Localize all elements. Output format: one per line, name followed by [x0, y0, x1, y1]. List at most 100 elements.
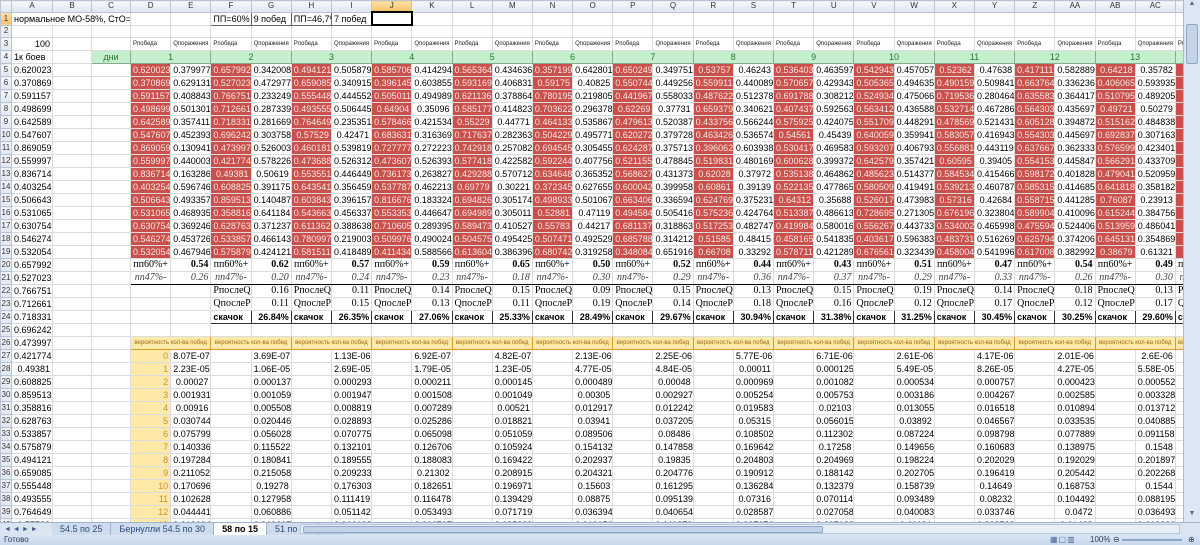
- win-count-probability[interactable]: 0.132379: [813, 479, 855, 494]
- pp47-value[interactable]: 0.26: [1054, 271, 1096, 286]
- pp47-label[interactable]: пп47%-: [451, 271, 493, 286]
- win-count-probability[interactable]: 0.091158: [1134, 427, 1176, 442]
- q-loss-value[interactable]: 0.424121: [250, 245, 292, 260]
- pp60-value[interactable]: 0.47: [973, 258, 1016, 273]
- q-loss-value[interactable]: 0.539819: [330, 141, 373, 156]
- q-after-p-value[interactable]: 0.16: [813, 297, 855, 312]
- win-count-probability[interactable]: 0.21302: [411, 466, 453, 481]
- empty-cell[interactable]: [612, 362, 654, 377]
- col-a-value[interactable]: 0.859513: [11, 388, 53, 403]
- win-count-probability[interactable]: 0.160683: [973, 440, 1016, 455]
- q-loss-value[interactable]: 0.452393: [170, 128, 212, 143]
- win-count-probability[interactable]: 0.1548: [1134, 440, 1176, 455]
- empty-cell[interactable]: [772, 492, 815, 507]
- empty-cell[interactable]: [52, 154, 92, 169]
- empty-cell[interactable]: [451, 401, 493, 416]
- empty-cell[interactable]: [52, 349, 92, 364]
- empty-cell[interactable]: [371, 466, 413, 481]
- day-number-header[interactable]: 10: [853, 50, 935, 65]
- p-win-value[interactable]: 0.429288: [451, 167, 493, 182]
- worksheet-table[interactable]: ABCDEFGHIJKLMNOPQRSTUVWXYZAAABACAD1норма…: [0, 0, 1183, 522]
- p-win-value[interactable]: 0.685788: [612, 232, 654, 247]
- q-loss-value[interactable]: 0.462213: [411, 180, 453, 195]
- empty-cell[interactable]: [52, 89, 92, 104]
- p-after-q-label[interactable]: PпослеQ: [612, 284, 654, 299]
- pp47-label[interactable]: пп47%-: [129, 271, 172, 286]
- p-win-value[interactable]: 0.473607: [371, 154, 413, 169]
- p-after-q-label[interactable]: PпослеQ: [210, 284, 252, 299]
- p-win-value[interactable]: 0.611362: [290, 219, 332, 234]
- q-loss-value[interactable]: 0.536574: [732, 128, 775, 143]
- q-loss-value[interactable]: 0.401828: [1054, 167, 1096, 182]
- p-win-header[interactable]: Рпобеда: [853, 37, 895, 52]
- empty-cell[interactable]: [371, 440, 413, 455]
- wins9-cell[interactable]: 9 побед: [250, 11, 292, 26]
- empty-cell[interactable]: [91, 440, 131, 455]
- col-a-value[interactable]: 0.531065: [11, 206, 53, 221]
- empty-cell[interactable]: [52, 427, 92, 442]
- p-win-value[interactable]: [1174, 180, 1183, 195]
- q-loss-value[interactable]: 0.408843: [170, 89, 212, 104]
- column-header-n[interactable]: N: [531, 0, 574, 13]
- q-loss-value[interactable]: 0.374206: [1054, 232, 1096, 247]
- empty-cell[interactable]: [210, 24, 252, 39]
- empty-cell[interactable]: [91, 479, 131, 494]
- p-win-value[interactable]: 0.694826: [451, 193, 493, 208]
- p-win-value[interactable]: 0.515162: [1094, 115, 1136, 130]
- win-count-probability[interactable]: 0.027058: [813, 505, 855, 520]
- q-loss-value[interactable]: 0.296378: [572, 102, 614, 117]
- win-count-probability[interactable]: 0.169642: [732, 440, 775, 455]
- empty-cell[interactable]: [1094, 24, 1136, 39]
- p-win-value[interactable]: 0.478569: [933, 115, 975, 130]
- win-count-probability[interactable]: 0.003186: [893, 388, 935, 403]
- empty-cell[interactable]: [1134, 11, 1176, 26]
- q-after-p-value[interactable]: 0.14: [652, 297, 694, 312]
- column-header-c[interactable]: C: [91, 0, 131, 13]
- q-loss-value[interactable]: 0.305455: [572, 141, 614, 156]
- q-loss-value[interactable]: 0.469583: [813, 141, 855, 156]
- win-count-probability[interactable]: 3.69E-07: [250, 349, 292, 364]
- empty-cell[interactable]: [853, 466, 895, 481]
- jump-value[interactable]: 26.84%: [250, 310, 292, 325]
- q-loss-value[interactable]: 0.486613: [813, 206, 855, 221]
- win-count-probability[interactable]: 0.196419: [973, 466, 1016, 481]
- day-number-header[interactable]: 2: [210, 50, 292, 65]
- empty-cell[interactable]: [52, 167, 92, 182]
- jump-label[interactable]: скачок: [853, 310, 895, 325]
- empty-cell[interactable]: [371, 414, 413, 429]
- empty-cell[interactable]: [91, 154, 131, 169]
- empty-cell[interactable]: [91, 284, 131, 299]
- win-count-probability-header[interactable]: вероятность кол-ва побед: [772, 336, 855, 351]
- empty-cell[interactable]: [290, 388, 332, 403]
- q-loss-value[interactable]: 0.501301: [170, 102, 212, 117]
- empty-cell[interactable]: [692, 492, 734, 507]
- empty-cell[interactable]: [91, 375, 131, 390]
- pp47-value[interactable]: 0.23: [411, 271, 453, 286]
- p-win-value[interactable]: 0.60595: [933, 154, 975, 169]
- empty-cell[interactable]: [52, 323, 92, 338]
- empty-cell[interactable]: [451, 505, 493, 520]
- empty-cell[interactable]: [290, 505, 332, 520]
- col-a-value[interactable]: 0.620023: [11, 63, 53, 78]
- q-loss-value[interactable]: 0.641184: [250, 206, 292, 221]
- empty-cell[interactable]: [933, 401, 975, 416]
- q-loss-value[interactable]: 0.61321: [1134, 245, 1176, 260]
- empty-cell[interactable]: [290, 401, 332, 416]
- empty-cell[interactable]: [52, 63, 92, 78]
- p-win-value[interactable]: 0.38679: [1094, 245, 1136, 260]
- col-a-value[interactable]: 0.591157: [11, 89, 53, 104]
- p-win-value[interactable]: 0.62269: [612, 102, 654, 117]
- p-win-value[interactable]: 0.464133: [531, 115, 574, 130]
- win-count-probability[interactable]: 2.13E-06: [572, 349, 614, 364]
- p-win-value[interactable]: [1174, 128, 1183, 143]
- win-count-probability[interactable]: 0.036394: [572, 505, 614, 520]
- win-count-probability[interactable]: 0.126706: [411, 440, 453, 455]
- p-win-value[interactable]: 0.563412: [853, 102, 895, 117]
- empty-cell[interactable]: [1174, 466, 1183, 481]
- q-loss-value[interactable]: 0.303758: [250, 128, 292, 143]
- column-header-k[interactable]: K: [411, 0, 453, 13]
- p-win-value[interactable]: 0.634648: [531, 167, 574, 182]
- empty-cell[interactable]: [612, 414, 654, 429]
- empty-cell[interactable]: [692, 362, 734, 377]
- p-win-value[interactable]: 0.556267: [853, 219, 895, 234]
